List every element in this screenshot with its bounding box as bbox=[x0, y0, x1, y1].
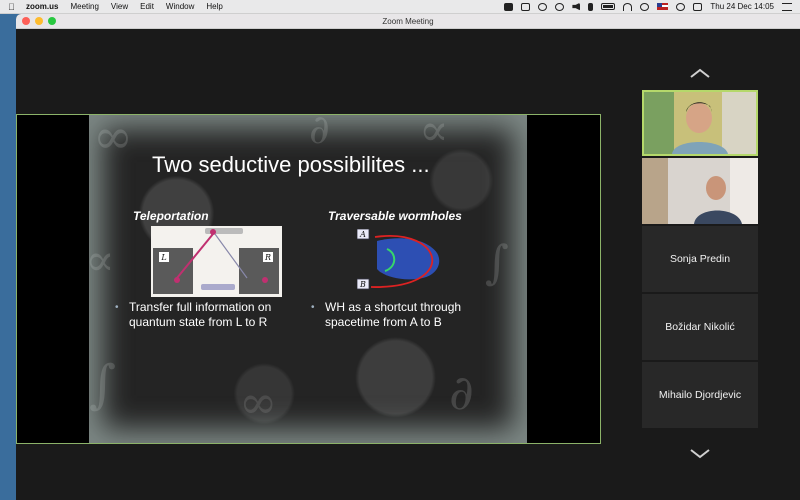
bluetooth-icon[interactable] bbox=[588, 2, 594, 11]
teleportation-bullet-line1: Transfer full information on bbox=[129, 300, 272, 314]
menu-view[interactable]: View bbox=[111, 2, 128, 11]
control-center-icon[interactable] bbox=[693, 2, 703, 11]
window-titlebar[interactable]: Zoom Meeting bbox=[16, 14, 800, 29]
video-feed-image bbox=[642, 158, 758, 224]
teleportation-bullet: • Transfer full information on quantum s… bbox=[115, 300, 271, 330]
wormholes-bullet-line1: WH as a shortcut through bbox=[325, 300, 462, 314]
dropbox-icon[interactable] bbox=[521, 2, 531, 11]
bullet-dot: • bbox=[115, 302, 119, 313]
gallery-up-arrow-icon[interactable] bbox=[688, 67, 712, 79]
participant-tile[interactable]: Mihailo Djordjevic bbox=[642, 362, 758, 428]
participant-video-active-speaker[interactable] bbox=[642, 90, 758, 156]
deco-glyph: ∫ bbox=[89, 355, 117, 415]
menu-edit[interactable]: Edit bbox=[140, 2, 154, 11]
wormhole-label-a: A bbox=[359, 230, 366, 239]
slide-title: Two seductive possibilites ... bbox=[152, 152, 430, 177]
wormhole-label-b: B bbox=[359, 280, 366, 289]
meeting-stage: ∞ ∝ ∫ ∂ ∞ ∂ ∫ ∝ Two seductive possibilit… bbox=[16, 29, 800, 500]
clock-icon[interactable] bbox=[555, 2, 565, 11]
participant-tile[interactable]: Sonja Predin bbox=[642, 226, 758, 292]
menu-meeting[interactable]: Meeting bbox=[70, 2, 98, 11]
deco-glyph: ∂ bbox=[449, 365, 474, 421]
apple-icon[interactable]:  bbox=[8, 2, 18, 12]
deco-glyph: ∂ bbox=[309, 115, 330, 153]
spotlight-icon[interactable] bbox=[676, 2, 686, 11]
deco-glyph: ∫ bbox=[485, 235, 509, 289]
teleportation-diagram: L R bbox=[153, 228, 279, 294]
zoom-window: Zoom Meeting ∞ ∝ ∫ ∂ ∞ ∂ ∫ ∝ Two seducti… bbox=[16, 14, 800, 500]
teleportation-bullet-line2: quantum state from L to R bbox=[129, 315, 268, 329]
deco-glyph: ∞ bbox=[239, 375, 278, 429]
shared-screen[interactable]: ∞ ∝ ∫ ∂ ∞ ∂ ∫ ∝ Two seductive possibilit… bbox=[16, 114, 601, 444]
participant-name: Sonja Predin bbox=[669, 253, 731, 265]
video-feed-image bbox=[644, 92, 756, 154]
window-title: Zoom Meeting bbox=[382, 17, 434, 26]
participant-video[interactable] bbox=[642, 158, 758, 224]
wormhole-diagram: A B bbox=[356, 228, 440, 290]
wifi-icon[interactable] bbox=[623, 2, 633, 11]
user-icon[interactable] bbox=[640, 2, 650, 11]
teleportation-bullet-text: Transfer full information on quantum sta… bbox=[129, 300, 271, 330]
bullet-dot: • bbox=[311, 302, 315, 313]
menu-window[interactable]: Window bbox=[166, 2, 194, 11]
deco-glyph: ∞ bbox=[93, 115, 133, 165]
teleportation-figure: L R bbox=[151, 226, 282, 297]
presentation-slide: ∞ ∝ ∫ ∂ ∞ ∂ ∫ ∝ Two seductive possibilit… bbox=[89, 115, 527, 443]
input-flag-icon[interactable] bbox=[657, 3, 669, 10]
teleport-label-l: L bbox=[160, 253, 166, 262]
deco-glyph: ∝ bbox=[89, 235, 115, 286]
wormholes-heading: Traversable wormholes bbox=[328, 209, 462, 223]
menu-bar:  zoom.us Meeting View Edit Window Help … bbox=[0, 0, 800, 14]
menu-help[interactable]: Help bbox=[206, 2, 222, 11]
gallery-down-arrow-icon[interactable] bbox=[688, 448, 712, 460]
battery-icon[interactable] bbox=[601, 3, 616, 10]
participant-name: Božidar Nikolić bbox=[665, 321, 735, 333]
menu-app-name[interactable]: zoom.us bbox=[26, 2, 58, 11]
wormholes-bullet: • WH as a shortcut through spacetime fro… bbox=[311, 300, 461, 330]
wormholes-bullet-line2: spacetime from A to B bbox=[325, 315, 442, 329]
notification-icon[interactable] bbox=[782, 2, 792, 11]
status-area: Thu 24 Dec 14:05 bbox=[504, 2, 792, 11]
volume-icon[interactable] bbox=[572, 2, 581, 11]
teleportation-heading: Teleportation bbox=[133, 209, 209, 223]
wormhole-figure: A B bbox=[356, 228, 447, 291]
participant-tile[interactable]: Božidar Nikolić bbox=[642, 294, 758, 360]
time-machine-icon[interactable] bbox=[538, 2, 548, 11]
teleport-label-r: R bbox=[264, 253, 271, 262]
participant-name: Mihailo Djordjevic bbox=[658, 389, 742, 401]
wormholes-bullet-text: WH as a shortcut through spacetime from … bbox=[325, 300, 461, 330]
menubar-datetime[interactable]: Thu 24 Dec 14:05 bbox=[710, 2, 774, 11]
deco-glyph: ∝ bbox=[419, 115, 449, 156]
zoom-status-icon[interactable] bbox=[504, 2, 514, 11]
